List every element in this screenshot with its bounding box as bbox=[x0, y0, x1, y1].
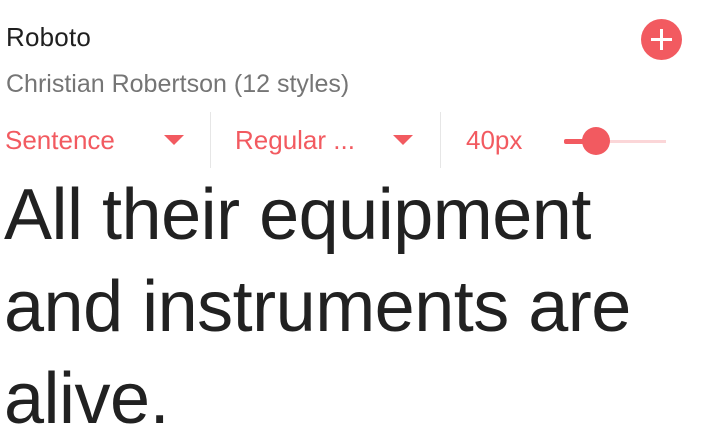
font-card: Roboto Christian Robertson (12 styles) S… bbox=[0, 0, 708, 432]
sample-type-dropdown[interactable]: Sentence bbox=[5, 112, 205, 168]
slider-thumb[interactable] bbox=[582, 127, 610, 155]
caret-down-icon bbox=[164, 135, 184, 145]
preview-text[interactable]: All their equipment and instruments are … bbox=[4, 169, 704, 432]
divider bbox=[440, 112, 441, 168]
divider bbox=[210, 112, 211, 168]
font-size-slider[interactable] bbox=[564, 126, 668, 156]
font-size-label: 40px bbox=[466, 124, 523, 155]
sample-type-label: Sentence bbox=[5, 124, 115, 155]
weight-label: Regular ... bbox=[235, 124, 355, 155]
font-designer: Christian Robertson (12 styles) bbox=[6, 70, 350, 98]
preview-controls: Sentence Regular ... 40px bbox=[0, 112, 708, 168]
plus-icon bbox=[641, 19, 682, 60]
font-name[interactable]: Roboto bbox=[6, 22, 91, 53]
caret-down-icon bbox=[393, 135, 413, 145]
add-font-button[interactable] bbox=[641, 19, 682, 60]
weight-dropdown[interactable]: Regular ... bbox=[235, 112, 435, 168]
